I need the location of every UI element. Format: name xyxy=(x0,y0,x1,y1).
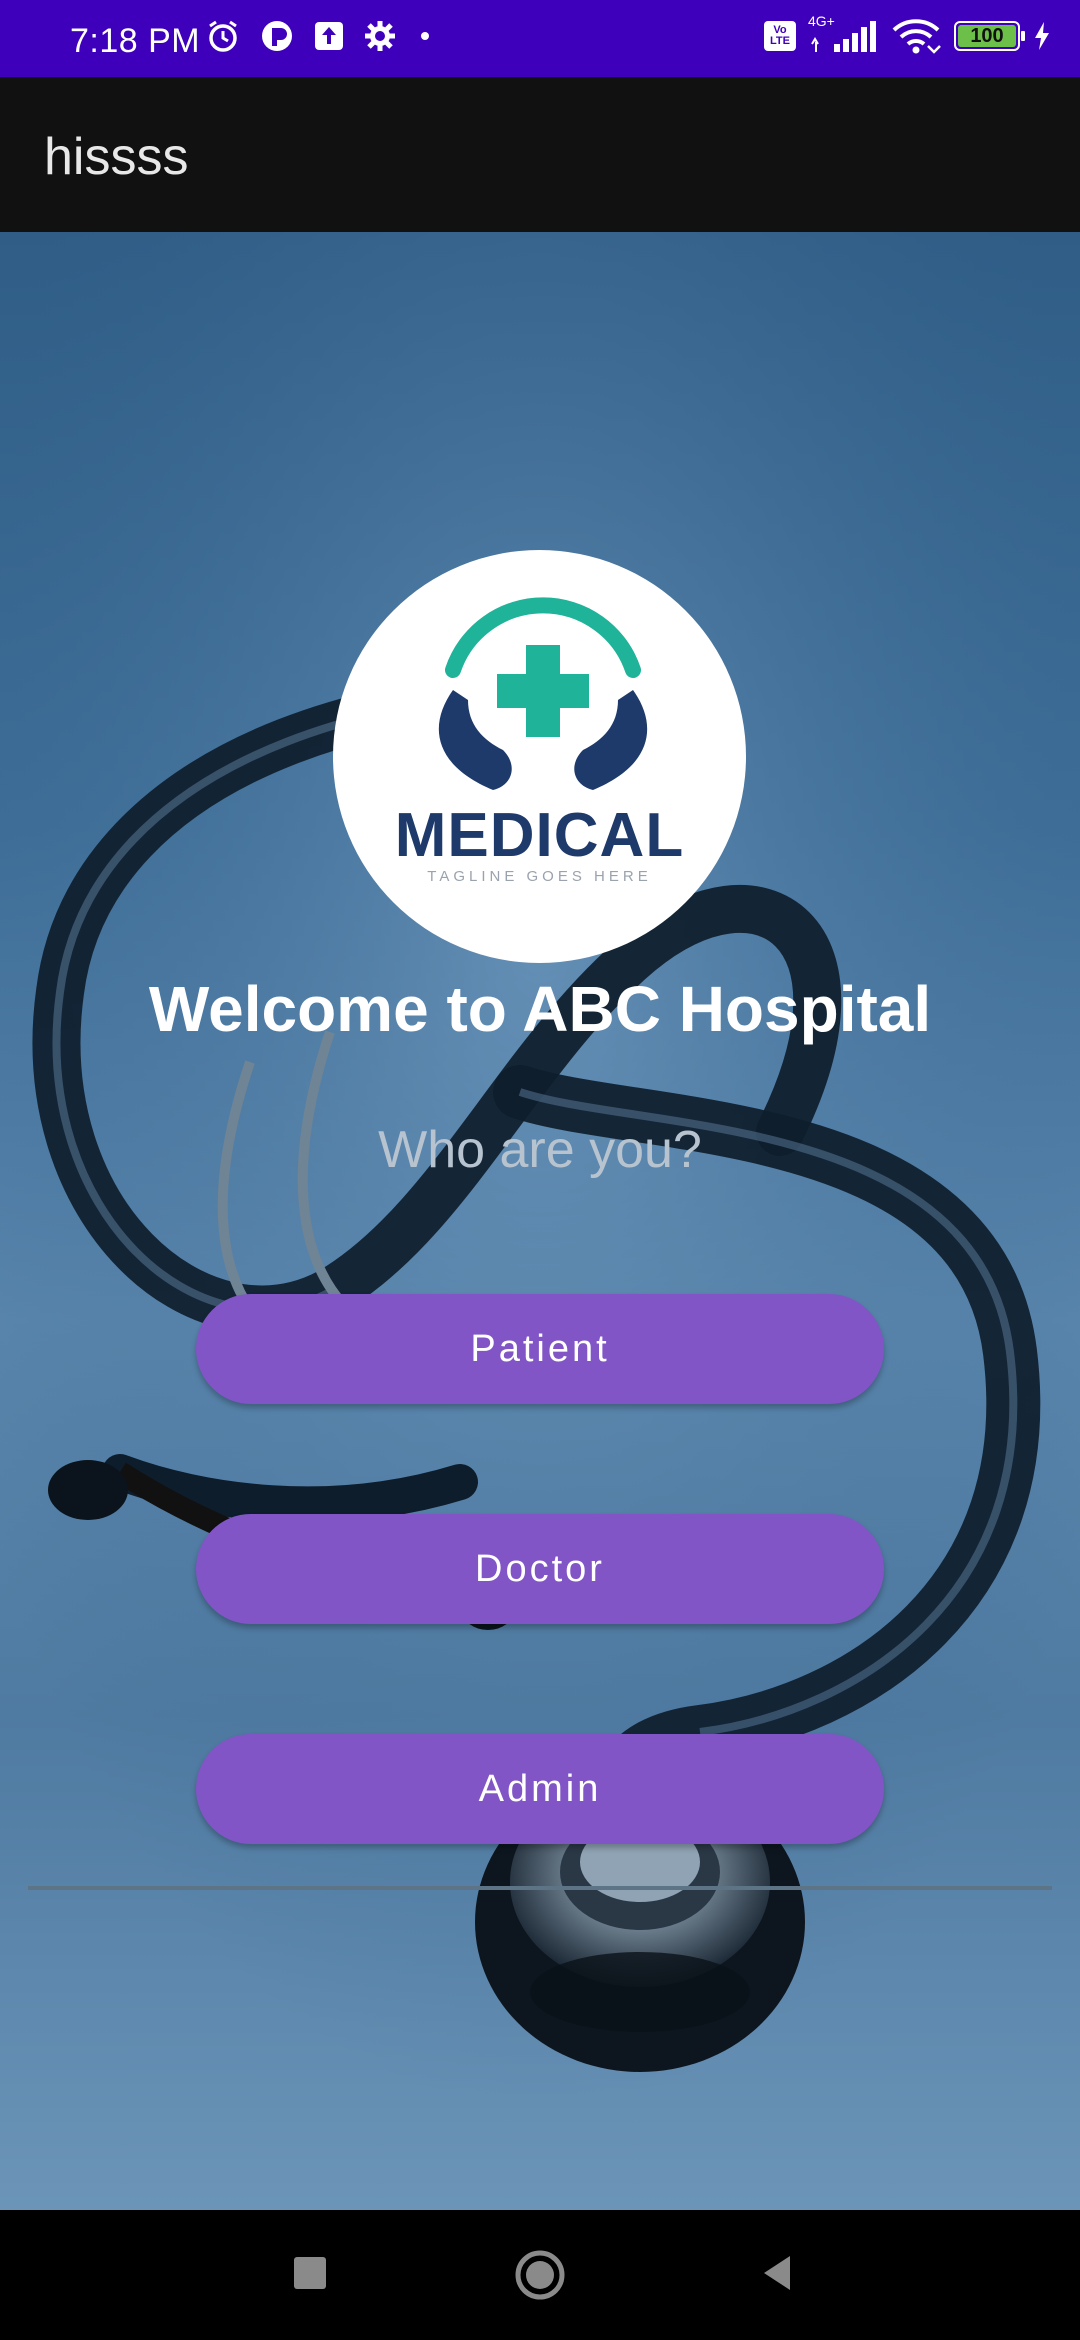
home-icon[interactable] xyxy=(513,2248,567,2302)
admin-button[interactable]: Admin xyxy=(196,1734,884,1844)
patient-button[interactable]: Patient xyxy=(196,1294,884,1404)
status-bar: 7:18 PM Vo LTE 4G+ 100 xyxy=(0,0,1080,77)
divider xyxy=(28,1886,1052,1890)
battery-icon: 100 xyxy=(954,21,1025,51)
app-title: hissss xyxy=(44,128,189,186)
app-bar: hissss xyxy=(0,77,1080,232)
status-time: 7:18 PM xyxy=(70,22,201,60)
logo-tagline: TAGLINE GOES HERE xyxy=(427,868,652,885)
medical-cross-hands-icon xyxy=(438,597,648,790)
volte-icon: Vo LTE xyxy=(764,21,796,51)
doctor-button[interactable]: Doctor xyxy=(196,1514,884,1624)
hospital-logo: MEDICAL TAGLINE GOES HERE xyxy=(333,550,746,963)
status-left-icons xyxy=(205,18,435,54)
main-content: MEDICAL TAGLINE GOES HERE Welcome to ABC… xyxy=(0,232,1080,2210)
dot-icon xyxy=(421,32,429,40)
role-question: Who are you? xyxy=(378,1121,702,1179)
logo-word: MEDICAL xyxy=(394,801,685,870)
app-icon xyxy=(262,21,292,51)
upload-icon xyxy=(315,22,343,50)
screen: 7:18 PM Vo LTE 4G+ 100 hissss MEDICAL TA… xyxy=(0,0,1080,2340)
stethoscope-background-image xyxy=(0,232,1080,2210)
charging-icon xyxy=(1035,22,1049,50)
wifi-icon xyxy=(892,19,941,54)
back-icon[interactable] xyxy=(752,2248,802,2298)
alarm-icon xyxy=(209,20,237,52)
status-right-icons: Vo LTE 4G+ 100 xyxy=(764,14,1052,56)
signal-icon: 4G+ xyxy=(808,14,878,56)
settings-icon xyxy=(365,21,395,51)
recents-icon[interactable] xyxy=(285,2248,335,2298)
welcome-heading: Welcome to ABC Hospital xyxy=(148,973,932,1045)
nav-bar xyxy=(0,2210,1080,2340)
